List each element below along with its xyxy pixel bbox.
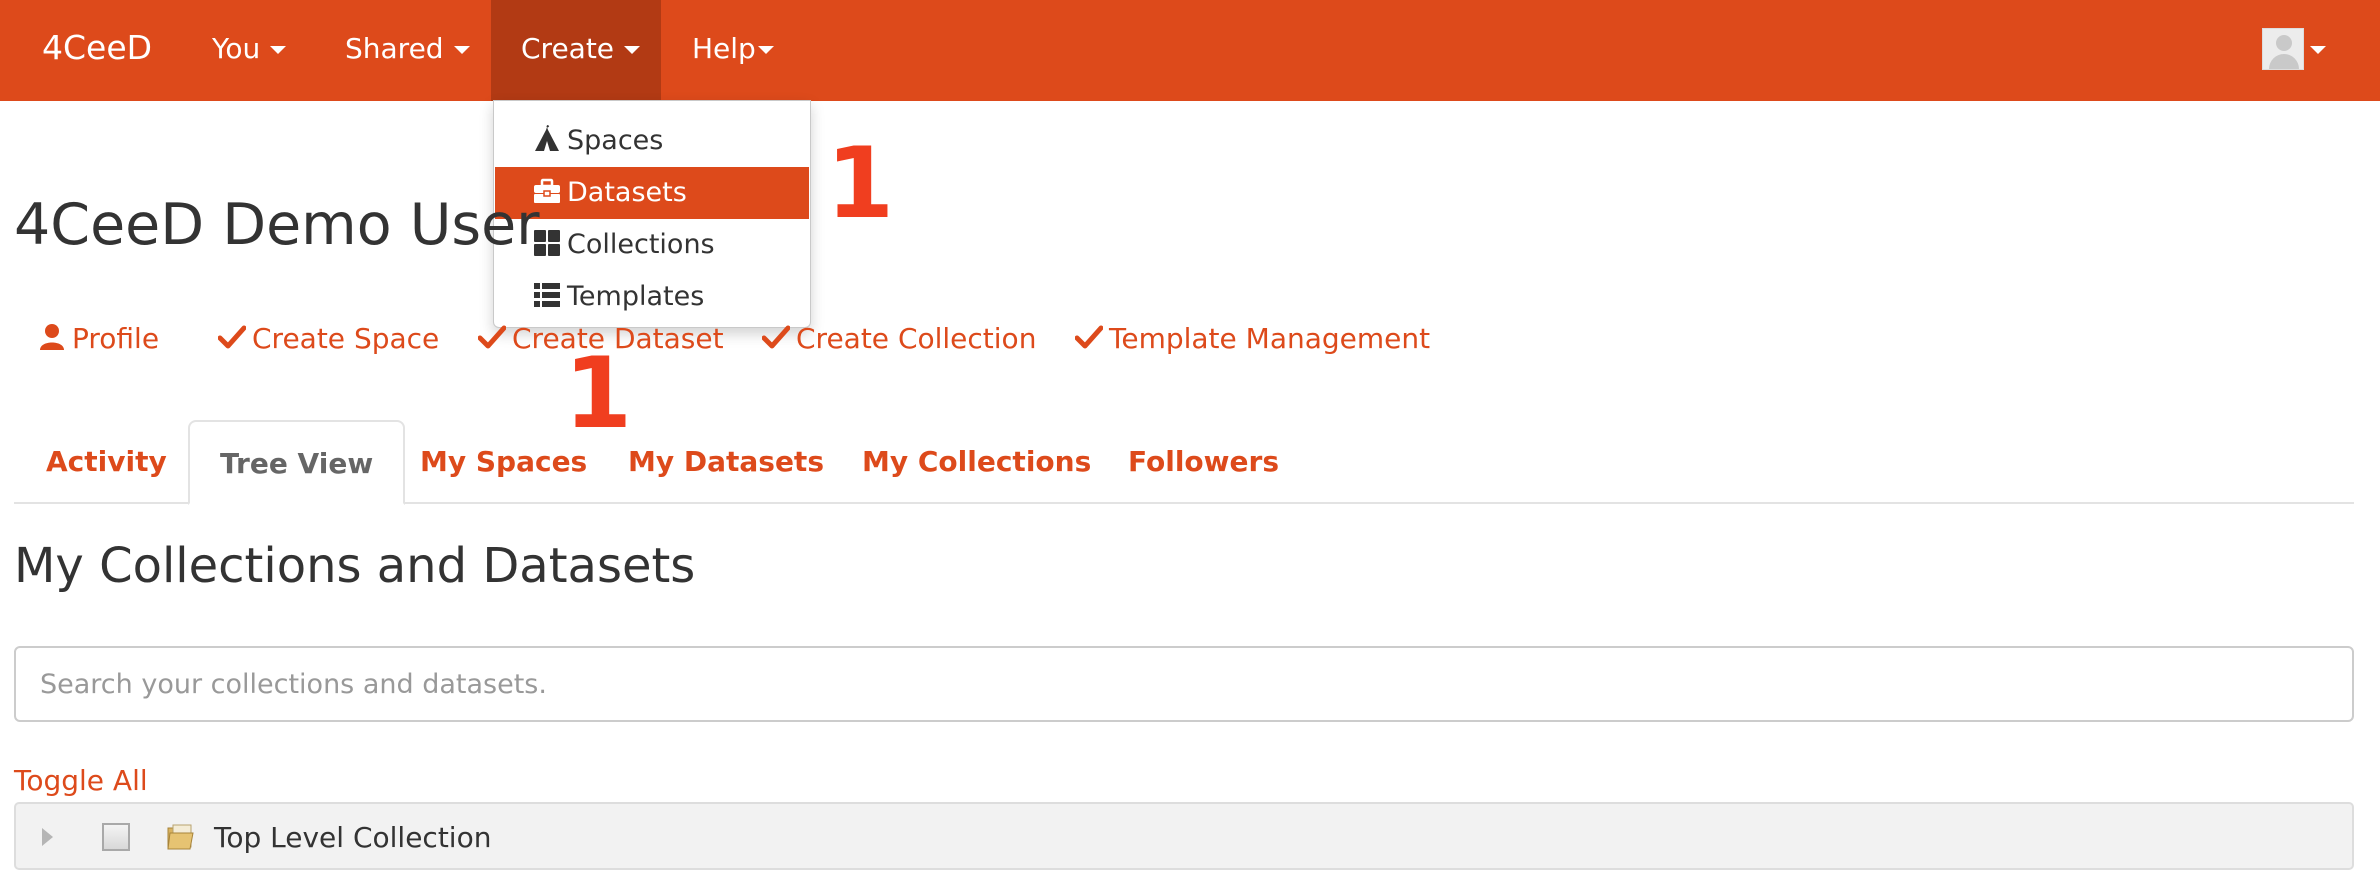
nav-create-label: Create: [521, 32, 615, 65]
user-icon: [40, 324, 64, 350]
user-avatar-icon: [2262, 28, 2304, 70]
caret-down-icon: [2310, 46, 2326, 54]
nav-help-menu[interactable]: Help: [692, 0, 774, 101]
checkmark-icon: [1075, 325, 1103, 349]
create-space-label: Create Space: [252, 322, 440, 355]
tree-item-label[interactable]: Top Level Collection: [214, 821, 491, 854]
nav-you-menu[interactable]: You: [212, 0, 287, 101]
menu-item-datasets-label: Datasets: [567, 177, 687, 208]
tent-icon: [535, 124, 559, 151]
expand-arrow-icon[interactable]: [42, 828, 53, 846]
search-input[interactable]: [14, 646, 2354, 722]
tab-my-collections[interactable]: My Collections: [862, 420, 1091, 504]
create-collection-link[interactable]: Create Collection: [762, 322, 1036, 355]
menu-item-collections[interactable]: Collections: [495, 219, 809, 271]
tab-my-spaces[interactable]: My Spaces: [420, 420, 587, 504]
nav-help-label: Help: [692, 32, 756, 65]
folder-icon: [167, 824, 194, 850]
create-collection-label: Create Collection: [796, 322, 1037, 355]
template-management-link[interactable]: Template Management: [1075, 322, 1430, 355]
tab-followers[interactable]: Followers: [1128, 420, 1279, 504]
caret-down-icon: [270, 46, 287, 54]
caret-down-icon: [757, 46, 774, 54]
tab-my-datasets[interactable]: My Datasets: [628, 420, 824, 504]
annotation-number: 1: [826, 127, 895, 241]
nav-you-label: You: [212, 32, 261, 65]
create-dataset-link[interactable]: Create Dataset: [478, 322, 724, 355]
nav-shared-label: Shared: [345, 32, 444, 65]
checkmark-icon: [478, 325, 506, 349]
list-icon: [534, 282, 560, 307]
brand-logo[interactable]: 4CeeD: [42, 28, 152, 67]
tab-tree-view[interactable]: Tree View: [188, 420, 406, 505]
tree-checkbox[interactable]: [102, 823, 130, 851]
caret-down-icon: [624, 46, 641, 54]
profile-link[interactable]: Profile: [38, 322, 159, 355]
create-dropdown-menu: Spaces Datasets Collections Templates: [493, 100, 811, 328]
section-title: My Collections and Datasets: [14, 538, 696, 594]
menu-item-templates[interactable]: Templates: [495, 271, 809, 323]
template-management-label: Template Management: [1109, 322, 1431, 355]
page-title: 4CeeD Demo User: [14, 192, 540, 258]
menu-item-spaces[interactable]: Spaces: [495, 115, 809, 167]
menu-item-templates-label: Templates: [567, 281, 705, 312]
nav-create-menu[interactable]: Create: [491, 0, 661, 101]
profile-label: Profile: [72, 322, 160, 355]
toggle-all-link[interactable]: Toggle All: [14, 764, 148, 797]
tree-row: Top Level Collection: [14, 802, 2354, 870]
menu-item-datasets[interactable]: Datasets: [495, 167, 809, 219]
checkmark-icon: [218, 325, 246, 349]
user-avatar-menu[interactable]: [2262, 28, 2326, 72]
create-dataset-label: Create Dataset: [512, 322, 724, 355]
nav-shared-menu[interactable]: Shared: [345, 0, 470, 101]
top-navbar: 4CeeD You Shared Create Help: [0, 0, 2380, 101]
checkmark-icon: [762, 325, 790, 349]
menu-item-collections-label: Collections: [567, 229, 715, 260]
create-space-link[interactable]: Create Space: [218, 322, 439, 355]
caret-down-icon: [453, 46, 470, 54]
tab-activity[interactable]: Activity: [46, 420, 167, 504]
menu-item-spaces-label: Spaces: [567, 125, 664, 156]
